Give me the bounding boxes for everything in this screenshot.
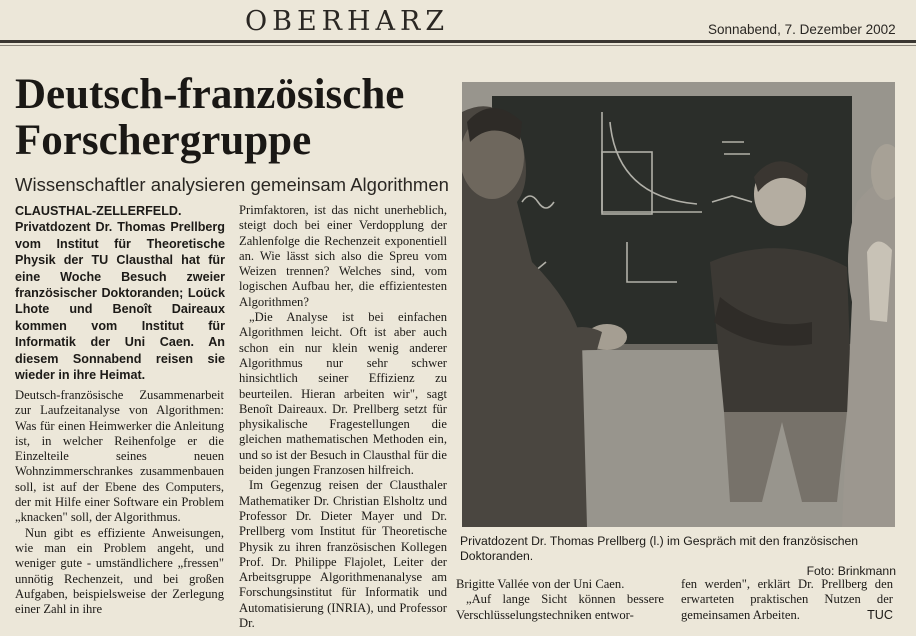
- column-4-paragraph: fen werden", erklärt Dr. Prellberg den e…: [681, 577, 893, 622]
- column-2-paragraph-1: Primfaktoren, ist das nicht unerheblich,…: [239, 203, 447, 309]
- headline-line-1: Deutsch-französische: [15, 71, 405, 118]
- header-rule-thin: [0, 45, 916, 46]
- headline-line-2: Forschergruppe: [15, 117, 312, 164]
- article-headline: Deutsch-französische Forschergruppe: [15, 72, 455, 164]
- issue-date: Sonnabend, 7. Dezember 2002: [708, 22, 896, 37]
- section-title: OBERHARZ: [245, 6, 450, 37]
- article-photo: [462, 82, 895, 527]
- column-1-paragraph-1: Deutsch-französische Zusammenarbeit zur …: [15, 388, 224, 525]
- article-column-2: Primfaktoren, ist das nicht unerheblich,…: [239, 203, 447, 631]
- article-column-1: Deutsch-französische Zusammenarbeit zur …: [15, 388, 224, 617]
- article-column-3: Brigitte Vallée von der Uni Caen. „Auf l…: [456, 577, 664, 623]
- column-2-paragraph-3: Im Gegenzug reisen der Clausthaler Mathe…: [239, 478, 447, 631]
- photo-caption: Privatdozent Dr. Thomas Prellberg (l.) i…: [460, 534, 859, 564]
- column-3-paragraph-1: Brigitte Vallée von der Uni Caen.: [456, 577, 625, 591]
- photo-caption-block: Privatdozent Dr. Thomas Prellberg (l.) i…: [460, 534, 896, 580]
- header-rule: [0, 40, 916, 43]
- photo-illustration: [462, 82, 895, 527]
- column-2-paragraph-2: „Die Analyse ist bei einfachen Algorithm…: [239, 310, 447, 478]
- author-signature: TUC: [867, 607, 893, 622]
- article-column-4: fen werden", erklärt Dr. Prellberg den e…: [681, 577, 893, 623]
- article-lead: CLAUSTHAL-ZELLERFELD. Privatdozent Dr. T…: [15, 204, 225, 383]
- column-1-paragraph-2: Nun gibt es effiziente Anweisungen, wie …: [15, 525, 224, 617]
- column-3-paragraph-2: „Auf lange Sicht können bessere Verschlü…: [456, 592, 664, 622]
- article-subheadline: Wissenschaftler analysieren gemeinsam Al…: [15, 174, 449, 195]
